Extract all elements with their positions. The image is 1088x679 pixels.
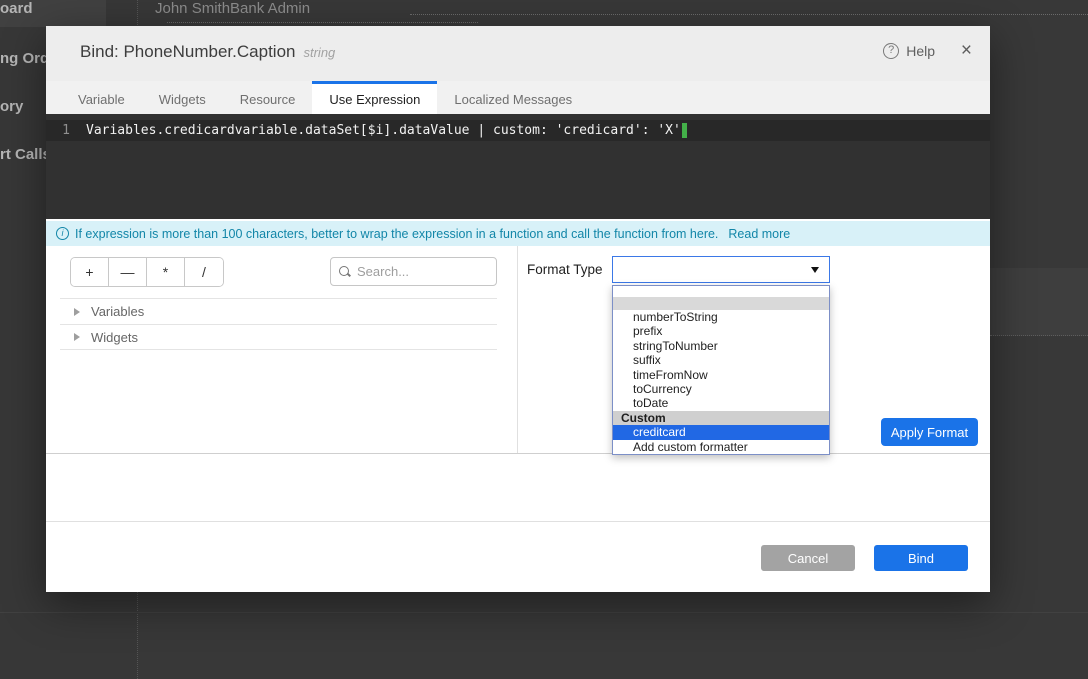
search-icon: [339, 266, 351, 278]
tree-item-variables[interactable]: Variables: [60, 298, 497, 324]
info-banner: i If expression is more than 100 charact…: [46, 221, 990, 246]
search-box: [330, 257, 497, 286]
expression-editor[interactable]: 1 Variables.credicardvariable.dataSet[$i…: [46, 114, 990, 219]
panel-divider-horizontal: [46, 453, 990, 454]
tree-item-widgets[interactable]: Widgets: [60, 324, 497, 350]
format-option-stringtonumber[interactable]: stringToNumber: [613, 339, 829, 353]
expression-tree: Variables Widgets: [60, 298, 497, 350]
chevron-down-icon: [811, 267, 819, 273]
background-user-label: John SmithBank Admin: [155, 0, 310, 17]
format-option-timefromnow[interactable]: timeFromNow: [613, 368, 829, 382]
read-more-link[interactable]: Read more: [728, 227, 790, 241]
minus-operator-button[interactable]: —: [109, 258, 147, 286]
dialog-title-text: Bind: PhoneNumber.Caption: [80, 42, 295, 61]
bind-dialog: Bind: PhoneNumber.Caption string ? Help ×…: [46, 26, 990, 592]
tree-item-label: Widgets: [91, 330, 138, 345]
info-banner-text: If expression is more than 100 character…: [75, 227, 718, 241]
divide-operator-button[interactable]: /: [185, 258, 223, 286]
format-option-blank-hover[interactable]: [613, 297, 829, 310]
editor-cursor: [682, 123, 687, 138]
background-divider: [0, 612, 1088, 613]
help-button[interactable]: ? Help: [883, 43, 935, 59]
format-option-todate[interactable]: toDate: [613, 396, 829, 410]
tab-variable[interactable]: Variable: [61, 81, 142, 114]
format-group-custom: Custom: [613, 411, 829, 425]
screen: oard ng Order ory rt Calls John SmithBan…: [0, 0, 1088, 679]
multiply-operator-button[interactable]: *: [147, 258, 185, 286]
caret-right-icon: [74, 333, 80, 341]
format-option-suffix[interactable]: suffix: [613, 353, 829, 367]
bind-button[interactable]: Bind: [874, 545, 968, 571]
tab-localized-messages[interactable]: Localized Messages: [437, 81, 589, 114]
format-option-add-custom-formatter[interactable]: Add custom formatter: [613, 440, 829, 454]
dialog-header: Bind: PhoneNumber.Caption string ? Help ×: [46, 26, 990, 81]
format-type-select[interactable]: [612, 256, 830, 283]
operator-button-group: + — * /: [70, 257, 224, 287]
cancel-button[interactable]: Cancel: [761, 545, 855, 571]
format-option-creditcard[interactable]: creditcard: [613, 425, 829, 439]
plus-operator-button[interactable]: +: [71, 258, 109, 286]
dialog-title: Bind: PhoneNumber.Caption string: [80, 42, 335, 62]
footer-divider: [46, 521, 990, 522]
apply-format-button[interactable]: Apply Format: [881, 418, 978, 446]
sidebar-item-calls: rt Calls: [0, 146, 51, 163]
dialog-type-hint: string: [303, 45, 335, 60]
editor-code-text: Variables.credicardvariable.dataSet[$i].…: [86, 123, 681, 138]
search-input[interactable]: [357, 264, 488, 279]
editor-active-line: 1 Variables.credicardvariable.dataSet[$i…: [46, 120, 990, 141]
background-dotted-line: [410, 14, 1088, 15]
format-option-prefix[interactable]: prefix: [613, 324, 829, 338]
format-option-blank[interactable]: [613, 286, 829, 297]
background-panel-band: [990, 268, 1088, 336]
format-type-label: Format Type: [527, 262, 603, 277]
format-option-tocurrency[interactable]: toCurrency: [613, 382, 829, 396]
tab-use-expression[interactable]: Use Expression: [312, 81, 437, 114]
editor-line-number: 1: [46, 123, 86, 138]
close-icon[interactable]: ×: [961, 41, 972, 61]
tab-widgets[interactable]: Widgets: [142, 81, 223, 114]
panel-divider-vertical: [517, 246, 518, 453]
caret-right-icon: [74, 308, 80, 316]
info-icon: i: [56, 227, 69, 240]
help-label: Help: [906, 43, 935, 59]
tab-resource[interactable]: Resource: [223, 81, 313, 114]
dialog-tabs: Variable Widgets Resource Use Expression…: [46, 81, 990, 114]
help-icon: ?: [883, 43, 899, 59]
sidebar-item-history: ory: [0, 98, 23, 115]
background-dotted-line: [167, 22, 478, 23]
format-type-dropdown-list: numberToString prefix stringToNumber suf…: [612, 285, 830, 455]
format-option-numbertostring[interactable]: numberToString: [613, 310, 829, 324]
tree-item-label: Variables: [91, 304, 144, 319]
sidebar-item-dashboard: oard: [0, 0, 33, 17]
